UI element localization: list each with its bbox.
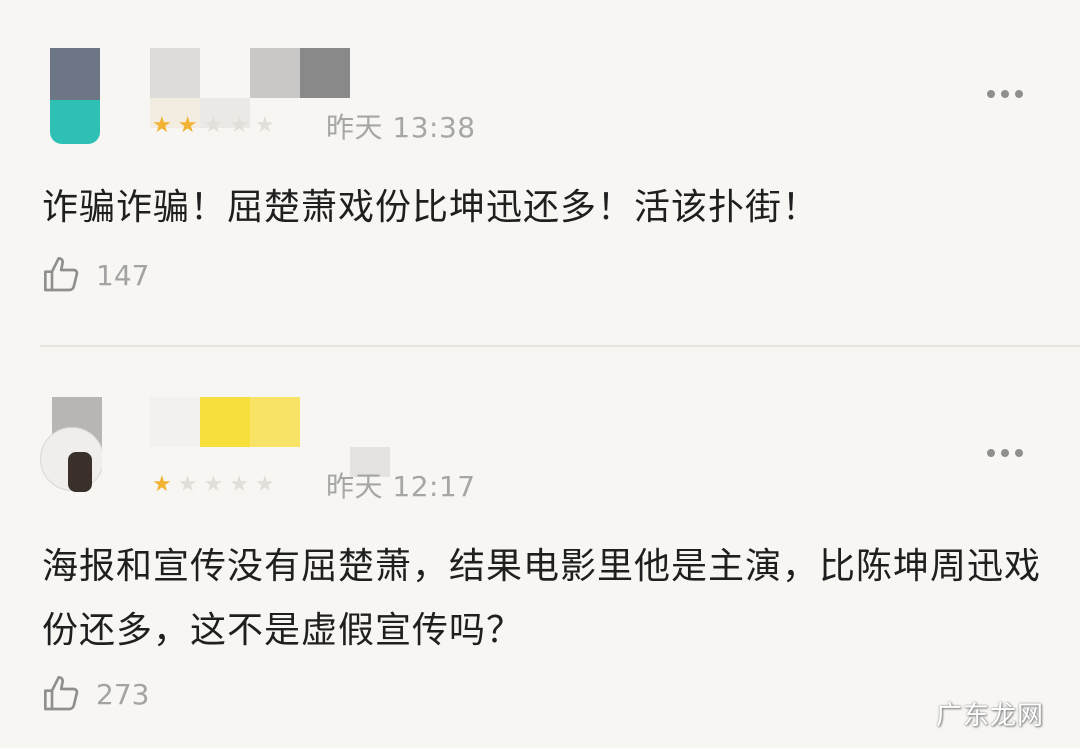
comment-text: 海报和宣传没有屈楚萧，结果电影里他是主演，比陈坤周迅戏份还多，这不是虚假宣传吗？ [42,546,1042,651]
star-icon: ★ [254,472,275,497]
like-count: 273 [96,677,150,711]
avatar[interactable] [50,48,100,144]
more-horizontal-icon[interactable] [987,449,1023,457]
star-icon: ★ [203,472,224,497]
comment-card: ★ ★ ★ ★ ★ 昨天 13:38 诈骗诈骗！屈楚萧戏份比坤迅还多！活该扑街！… [0,0,1080,345]
star-icon: ★ [177,113,198,138]
like-button[interactable]: 147 [42,255,149,295]
like-count: 147 [96,258,150,292]
star-icon: ★ [152,113,172,138]
comment-text: 诈骗诈骗！屈楚萧戏份比坤迅还多！活该扑街！ [42,187,820,228]
like-button[interactable]: 273 [42,674,149,714]
avatar[interactable] [40,397,102,499]
star-icon: ★ [203,113,224,138]
rating-stars: ★ ★ ★ ★ ★ [152,115,275,137]
star-icon: ★ [229,113,249,138]
star-icon: ★ [152,472,172,497]
comment-timestamp: 昨天 13:38 [326,111,476,144]
thumbs-up-icon [44,676,79,711]
rating-stars: ★ ★ ★ ★ ★ [152,474,275,496]
comment-timestamp: 昨天 12:17 [326,470,476,503]
star-icon: ★ [254,113,275,138]
star-icon: ★ [177,472,198,497]
more-horizontal-icon[interactable] [987,90,1023,98]
comment-card: ★ ★ ★ ★ ★ 昨天 12:17 海报和宣传没有屈楚萧，结果电影里他是主演，… [0,347,1080,748]
star-icon: ★ [229,472,249,497]
watermark: 广东龙网 [935,701,1044,731]
thumbs-up-icon [44,257,79,292]
